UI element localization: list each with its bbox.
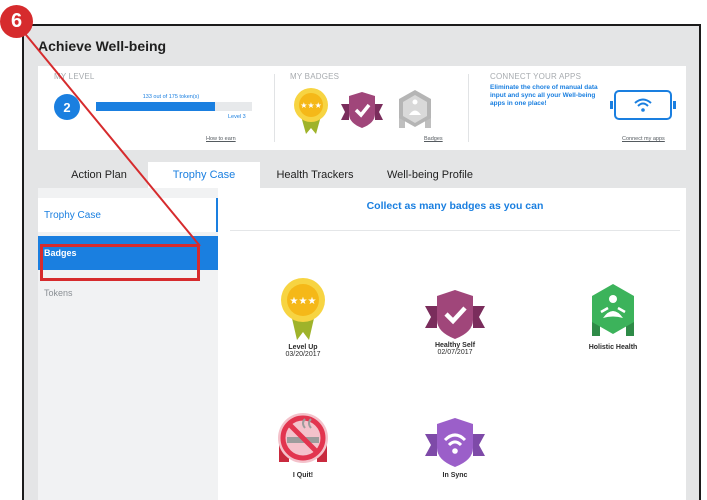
badge-name: Holistic Health <box>588 344 638 351</box>
badge-date: 03/20/2017 <box>285 351 321 358</box>
badge-i-quit[interactable]: I Quit! <box>248 410 358 479</box>
purple-shield-icon <box>341 90 383 135</box>
badge-healthy-self[interactable]: Healthy Self 02/07/2017 <box>400 288 510 356</box>
gold-medal-icon: ★★★ <box>292 86 330 141</box>
page-heading: Collect as many badges as you can <box>366 200 544 212</box>
wifi-shield-icon <box>400 416 510 470</box>
divider <box>274 74 275 142</box>
content-panel: Trophy Case Badges Tokens Collect as man… <box>38 188 686 500</box>
green-hexagon-meditation-icon <box>558 282 668 342</box>
tab-well-being-profile[interactable]: Well-being Profile <box>372 162 488 188</box>
how-to-earn-link[interactable]: How to earn <box>206 136 236 142</box>
app-window: Achieve Well-being MY LEVEL 2 133 out of… <box>22 24 701 500</box>
gold-medal-stars-icon: ★★★ <box>248 276 358 342</box>
badge-date: 02/07/2017 <box>437 349 473 356</box>
next-level-label: Level 3 <box>228 114 246 120</box>
tokens-text: 133 out of 175 token(s) <box>142 94 200 100</box>
level-progress-bar <box>96 102 252 111</box>
tab-trophy-case[interactable]: Trophy Case <box>148 162 260 188</box>
badge-name: In Sync <box>442 472 468 479</box>
tab-action-plan[interactable]: Action Plan <box>60 162 138 188</box>
level-badge: 2 <box>54 94 80 120</box>
app-title: Achieve Well-being <box>38 38 167 54</box>
badge-name: Level Up <box>288 344 318 351</box>
badge-name: Healthy Self <box>434 342 476 349</box>
badge-name: I Quit! <box>292 472 314 479</box>
connect-my-apps-link[interactable]: Connect my apps <box>622 136 665 142</box>
svg-text:★★★: ★★★ <box>290 296 317 307</box>
my-badges-label: MY BADGES <box>290 72 340 81</box>
badge-holistic-health[interactable]: Holistic Health <box>558 282 668 351</box>
grey-hexagon-icon <box>395 88 435 137</box>
connect-apps-label: CONNECT YOUR APPS <box>490 72 582 81</box>
purple-shield-check-icon <box>400 288 510 340</box>
svg-text:★★★: ★★★ <box>300 101 322 110</box>
my-level-label: MY LEVEL <box>54 72 95 81</box>
sidebar-item-badges[interactable]: Badges <box>38 236 218 270</box>
level-progress-fill <box>96 102 215 111</box>
badge-in-sync[interactable]: In Sync <box>400 416 510 479</box>
no-smoking-icon <box>248 410 358 470</box>
tab-health-trackers[interactable]: Health Trackers <box>264 162 366 188</box>
divider <box>468 74 469 142</box>
sidebar-heading-trophy-case[interactable]: Trophy Case <box>38 198 218 232</box>
connect-apps-text: Eliminate the chore of manual data input… <box>490 84 598 107</box>
sidebar-item-tokens[interactable]: Tokens <box>38 278 218 308</box>
tab-bar: Action Plan Trophy Case Health Trackers … <box>38 162 686 188</box>
badges-link[interactable]: Badges <box>424 136 443 142</box>
badge-level-up[interactable]: ★★★ Level Up 03/20/2017 <box>248 276 358 358</box>
summary-panel: MY LEVEL 2 133 out of 175 token(s) Level… <box>38 66 686 150</box>
divider <box>230 230 680 231</box>
phone-wifi-icon <box>610 90 676 120</box>
sidebar: Trophy Case Badges Tokens <box>38 188 218 500</box>
